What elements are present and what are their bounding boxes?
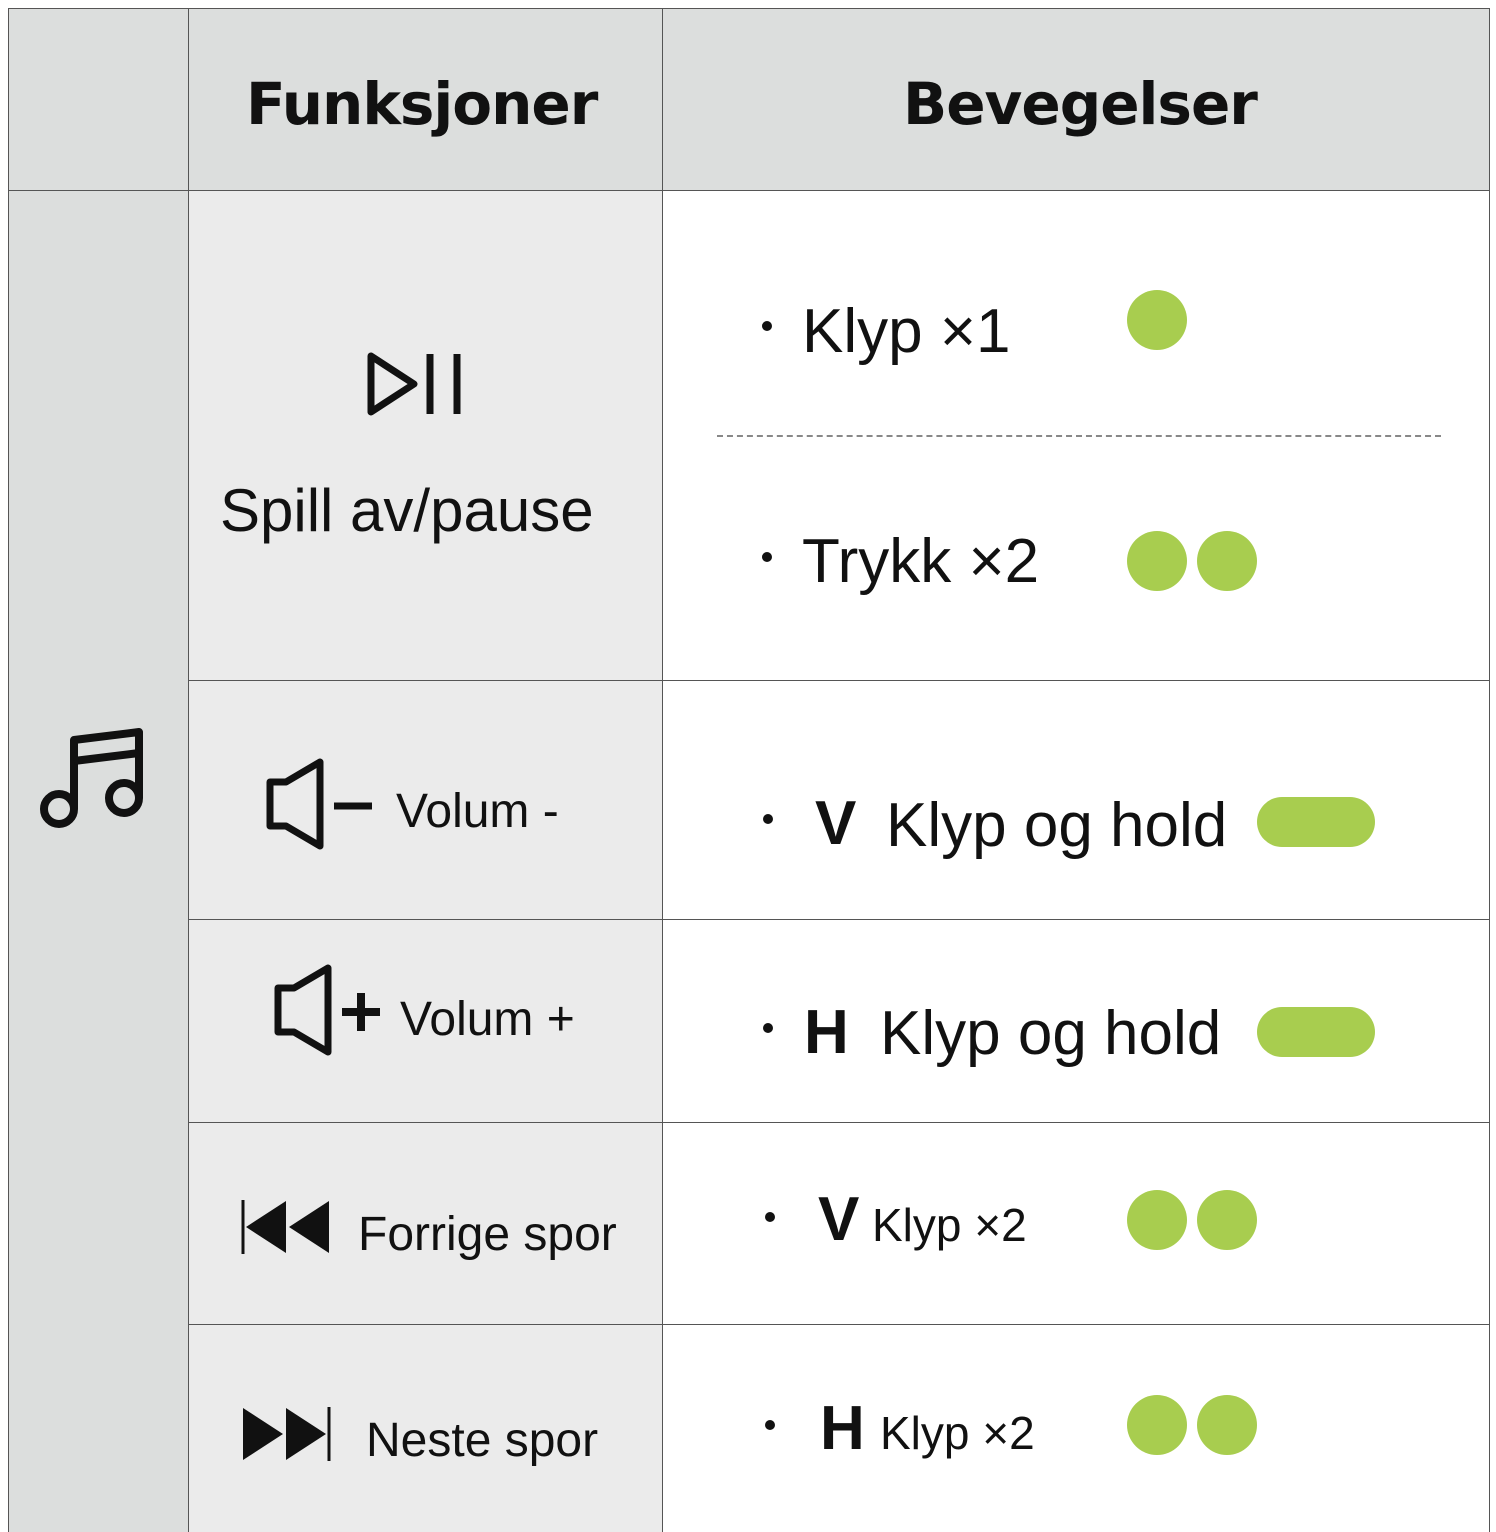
gesture-indicator-dot xyxy=(1197,1395,1257,1455)
function-label: Volum - xyxy=(396,785,559,838)
column-divider xyxy=(662,8,663,1532)
music-note-icon xyxy=(38,728,150,834)
gesture-label: Klyp og hold xyxy=(880,999,1222,1068)
row-divider xyxy=(189,919,1489,920)
volume-up-icon xyxy=(274,964,384,1056)
table-border-right xyxy=(1489,8,1490,1532)
gesture-label: Klyp ×1 xyxy=(802,297,1011,366)
header-corner-cell xyxy=(8,8,189,191)
gesture-label: Klyp og hold xyxy=(886,791,1228,860)
column-divider xyxy=(188,8,189,1532)
row-divider xyxy=(189,680,1489,681)
next-track-icon xyxy=(240,1405,332,1463)
function-label: Spill av/pause xyxy=(220,477,594,544)
gesture-indicator-pill xyxy=(1257,797,1375,847)
gesture-indicator-dot xyxy=(1127,1190,1187,1250)
bullet xyxy=(763,814,773,824)
gesture-indicator-pill xyxy=(1257,1007,1375,1057)
bullet xyxy=(762,321,772,331)
function-label: Volum + xyxy=(400,993,575,1046)
table-border-left xyxy=(8,8,9,1532)
gesture-prefix: V xyxy=(818,1185,860,1254)
function-cell xyxy=(189,191,663,681)
gesture-label: Klyp ×2 xyxy=(880,1407,1035,1459)
table-border-top xyxy=(8,8,1489,9)
gesture-separator xyxy=(717,435,1441,437)
header-functions-label: Funksjoner xyxy=(246,70,598,138)
previous-track-icon xyxy=(240,1198,332,1256)
function-label: Neste spor xyxy=(366,1414,599,1467)
gesture-prefix: V xyxy=(815,789,857,858)
volume-down-icon xyxy=(266,758,376,850)
function-label: Forrige spor xyxy=(358,1208,617,1261)
gesture-indicator-dot xyxy=(1127,290,1187,350)
gesture-indicator-dot xyxy=(1197,531,1257,591)
gesture-prefix: H xyxy=(804,998,849,1067)
row-divider xyxy=(189,1324,1489,1325)
play-pause-icon xyxy=(366,350,466,418)
bullet xyxy=(765,1420,775,1430)
gesture-label: Klyp ×2 xyxy=(872,1199,1027,1251)
row-divider xyxy=(189,1122,1489,1123)
gesture-prefix: H xyxy=(820,1394,865,1463)
gesture-indicator-dot xyxy=(1127,1395,1187,1455)
bullet xyxy=(765,1212,775,1222)
bullet xyxy=(762,552,772,562)
bullet xyxy=(763,1023,773,1033)
header-divider xyxy=(8,190,1489,191)
gesture-indicator-dot xyxy=(1127,531,1187,591)
gesture-indicator-dot xyxy=(1197,1190,1257,1250)
category-cell xyxy=(8,191,189,1532)
header-movements-label: Bevegelser xyxy=(903,70,1258,138)
gesture-label: Trykk ×2 xyxy=(802,527,1040,596)
